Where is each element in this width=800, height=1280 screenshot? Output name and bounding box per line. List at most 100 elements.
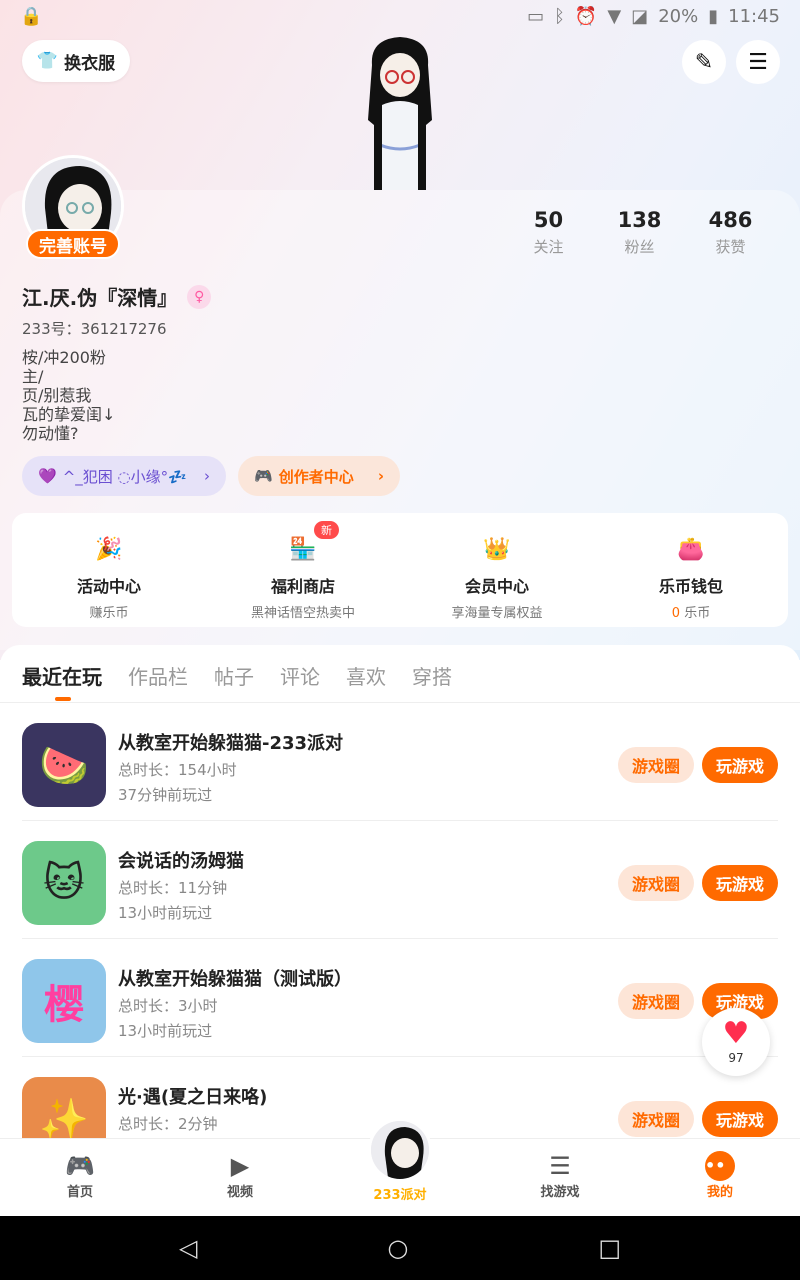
feature-wallet[interactable]: 👛 乐币钱包 0 乐币	[594, 513, 788, 627]
gamepad-icon: 🎮	[65, 1152, 95, 1180]
party-avatar[interactable]	[368, 1118, 432, 1182]
home-icon[interactable]: ○	[387, 1234, 408, 1262]
change-outfit-button[interactable]: 👕 换衣服	[22, 40, 130, 82]
bio-line: 勿动懂?	[22, 424, 79, 443]
feature-title: 会员中心	[464, 577, 529, 596]
back-icon[interactable]: ◁	[179, 1234, 197, 1262]
nav-label: 首页	[66, 1185, 93, 1200]
feature-sub: 享海量专属权益	[451, 606, 543, 621]
content-panel: 最近在玩 作品栏 帖子 评论 喜欢 穿搭 🍉 从教室开始躲猫猫-233派对 总时…	[0, 645, 800, 1140]
game-circle-button[interactable]: 游戏圈	[618, 865, 694, 901]
hamburger-icon: ☰	[748, 49, 768, 75]
heart-icon: 💜	[38, 467, 57, 485]
bio-line: 瓦的挚爱闺↓	[22, 405, 116, 424]
alarm-icon: ⏰	[574, 5, 598, 27]
tab-recently-played[interactable]: 最近在玩	[22, 659, 102, 702]
stat-label: 粉丝	[624, 238, 655, 256]
nav-find-games[interactable]: ☰ 找游戏	[480, 1139, 640, 1216]
shop-icon: 🏪	[289, 536, 317, 562]
game-last-played: 13小时前玩过	[118, 1022, 213, 1040]
crown-icon: 👑	[483, 536, 511, 562]
feature-activity-center[interactable]: 🎉 活动中心 赚乐币	[12, 513, 206, 627]
game-last-played: 37分钟前玩过	[118, 786, 213, 804]
game-icon[interactable]: 樱	[22, 959, 106, 1043]
feature-title: 乐币钱包	[658, 577, 723, 596]
play-game-button[interactable]: 玩游戏	[702, 865, 778, 901]
game-name: 从教室开始躲猫猫-233派对	[118, 733, 344, 754]
like-count: 97	[728, 1051, 744, 1065]
stat-num: 486	[708, 208, 753, 232]
bio-line: 页/别惹我	[22, 386, 92, 405]
stat-followers[interactable]: 138 粉丝	[594, 208, 685, 257]
complete-account-badge[interactable]: 完善账号	[26, 229, 120, 259]
stat-num: 138	[617, 208, 662, 232]
cp-chip-label: ^_犯困 ◌小缘°💤	[62, 467, 187, 486]
nav-me[interactable]: •• 我的	[640, 1139, 800, 1216]
tab-works[interactable]: 作品栏	[128, 659, 188, 702]
nav-home[interactable]: 🎮 首页	[0, 1139, 160, 1216]
game-last-played: 13小时前玩过	[118, 904, 213, 922]
recents-icon[interactable]: □	[598, 1234, 621, 1262]
list-item[interactable]: 樱 从教室开始躲猫猫（测试版） 总时长：3小时 13小时前玩过 游戏圈 玩游戏	[22, 939, 778, 1057]
nav-video[interactable]: ▶ 视频	[160, 1139, 320, 1216]
game-circle-button[interactable]: 游戏圈	[618, 747, 694, 783]
new-badge: 新	[314, 521, 339, 539]
change-outfit-label: 换衣服	[64, 53, 116, 74]
gamepad-icon: 🎮	[254, 467, 273, 485]
game-icon[interactable]: ✨	[22, 1077, 106, 1140]
tab-likes[interactable]: 喜欢	[346, 659, 386, 702]
status-bar: 🔒 ▭ ᛒ ⏰ ▼ ◪ 20% ▮ 11:45	[0, 0, 800, 32]
coin-unit: 乐币	[680, 606, 711, 621]
profile-tabs: 最近在玩 作品栏 帖子 评论 喜欢 穿搭	[0, 645, 800, 703]
game-name: 会说话的汤姆猫	[118, 851, 244, 872]
no-sim-icon: ◪	[631, 5, 649, 27]
bluetooth-icon: ᛒ	[554, 5, 565, 27]
game-name: 从教室开始躲猫猫（测试版）	[118, 969, 352, 990]
creator-center-chip[interactable]: 🎮 创作者中心 ›	[238, 456, 400, 496]
wallet-icon: 👛	[677, 536, 705, 562]
profile-stats: 50 关注 138 粉丝 486 获赞	[503, 208, 776, 257]
bio-line: 桉/冲200粉	[22, 348, 106, 367]
party-popper-icon: 🎉	[95, 536, 123, 562]
party-label[interactable]: 233派对	[360, 1184, 440, 1203]
avatar-figure[interactable]	[350, 35, 450, 190]
feature-member-center[interactable]: 👑 会员中心 享海量专属权益	[400, 513, 594, 627]
list-item[interactable]: 🐱 会说话的汤姆猫 总时长：11分钟 13小时前玩过 游戏圈 玩游戏	[22, 821, 778, 939]
game-duration: 总时长：3小时	[118, 997, 218, 1015]
game-icon[interactable]: 🍉	[22, 723, 106, 807]
list-item[interactable]: 🍉 从教室开始躲猫猫-233派对 总时长：154小时 37分钟前玩过 游戏圈 玩…	[22, 703, 778, 821]
feature-title: 福利商店	[270, 577, 335, 596]
shirt-icon: 👕	[36, 51, 59, 71]
menu-button[interactable]: ☰	[736, 40, 780, 84]
feature-title: 活动中心	[76, 577, 141, 596]
lock-icon: 🔒	[20, 5, 43, 27]
heart-icon: ♥	[722, 1016, 750, 1051]
like-floating-button[interactable]: ♥ 97	[702, 1008, 770, 1076]
game-icon[interactable]: 🐱	[22, 841, 106, 925]
stat-label: 关注	[533, 238, 564, 256]
stat-likes[interactable]: 486 获赞	[685, 208, 776, 257]
user-id[interactable]: 233号：361217276	[22, 318, 167, 339]
edit-button[interactable]: ✎	[682, 40, 726, 84]
feature-sub: 0 乐币	[672, 602, 710, 621]
feature-grid: 🎉 活动中心 赚乐币 🏪 新 福利商店 黑神话悟空热卖中 👑 会员中心 享海量专…	[12, 513, 788, 627]
coin-balance: 0	[671, 606, 681, 621]
play-game-button[interactable]: 玩游戏	[702, 747, 778, 783]
bio-line: 主/	[22, 367, 44, 386]
feature-welfare-shop[interactable]: 🏪 新 福利商店 黑神话悟空热卖中	[206, 513, 400, 627]
creator-center-label: 创作者中心	[278, 467, 354, 486]
stat-following[interactable]: 50 关注	[503, 208, 594, 257]
feature-sub: 黑神话悟空热卖中	[250, 606, 355, 621]
stat-num: 50	[533, 208, 564, 232]
tab-comments[interactable]: 评论	[280, 659, 320, 702]
play-game-button[interactable]: 玩游戏	[702, 1101, 778, 1137]
tab-outfits[interactable]: 穿搭	[412, 659, 452, 702]
system-nav-bar: ◁ ○ □	[0, 1216, 800, 1280]
nav-label: 我的	[706, 1185, 733, 1200]
video-icon: ▶	[230, 1152, 250, 1180]
me-icon: ••	[705, 1151, 735, 1181]
cp-chip[interactable]: 💜 ^_犯困 ◌小缘°💤 ›	[22, 456, 226, 496]
game-circle-button[interactable]: 游戏圈	[618, 1101, 694, 1137]
game-circle-button[interactable]: 游戏圈	[618, 983, 694, 1019]
tab-posts[interactable]: 帖子	[214, 659, 254, 702]
